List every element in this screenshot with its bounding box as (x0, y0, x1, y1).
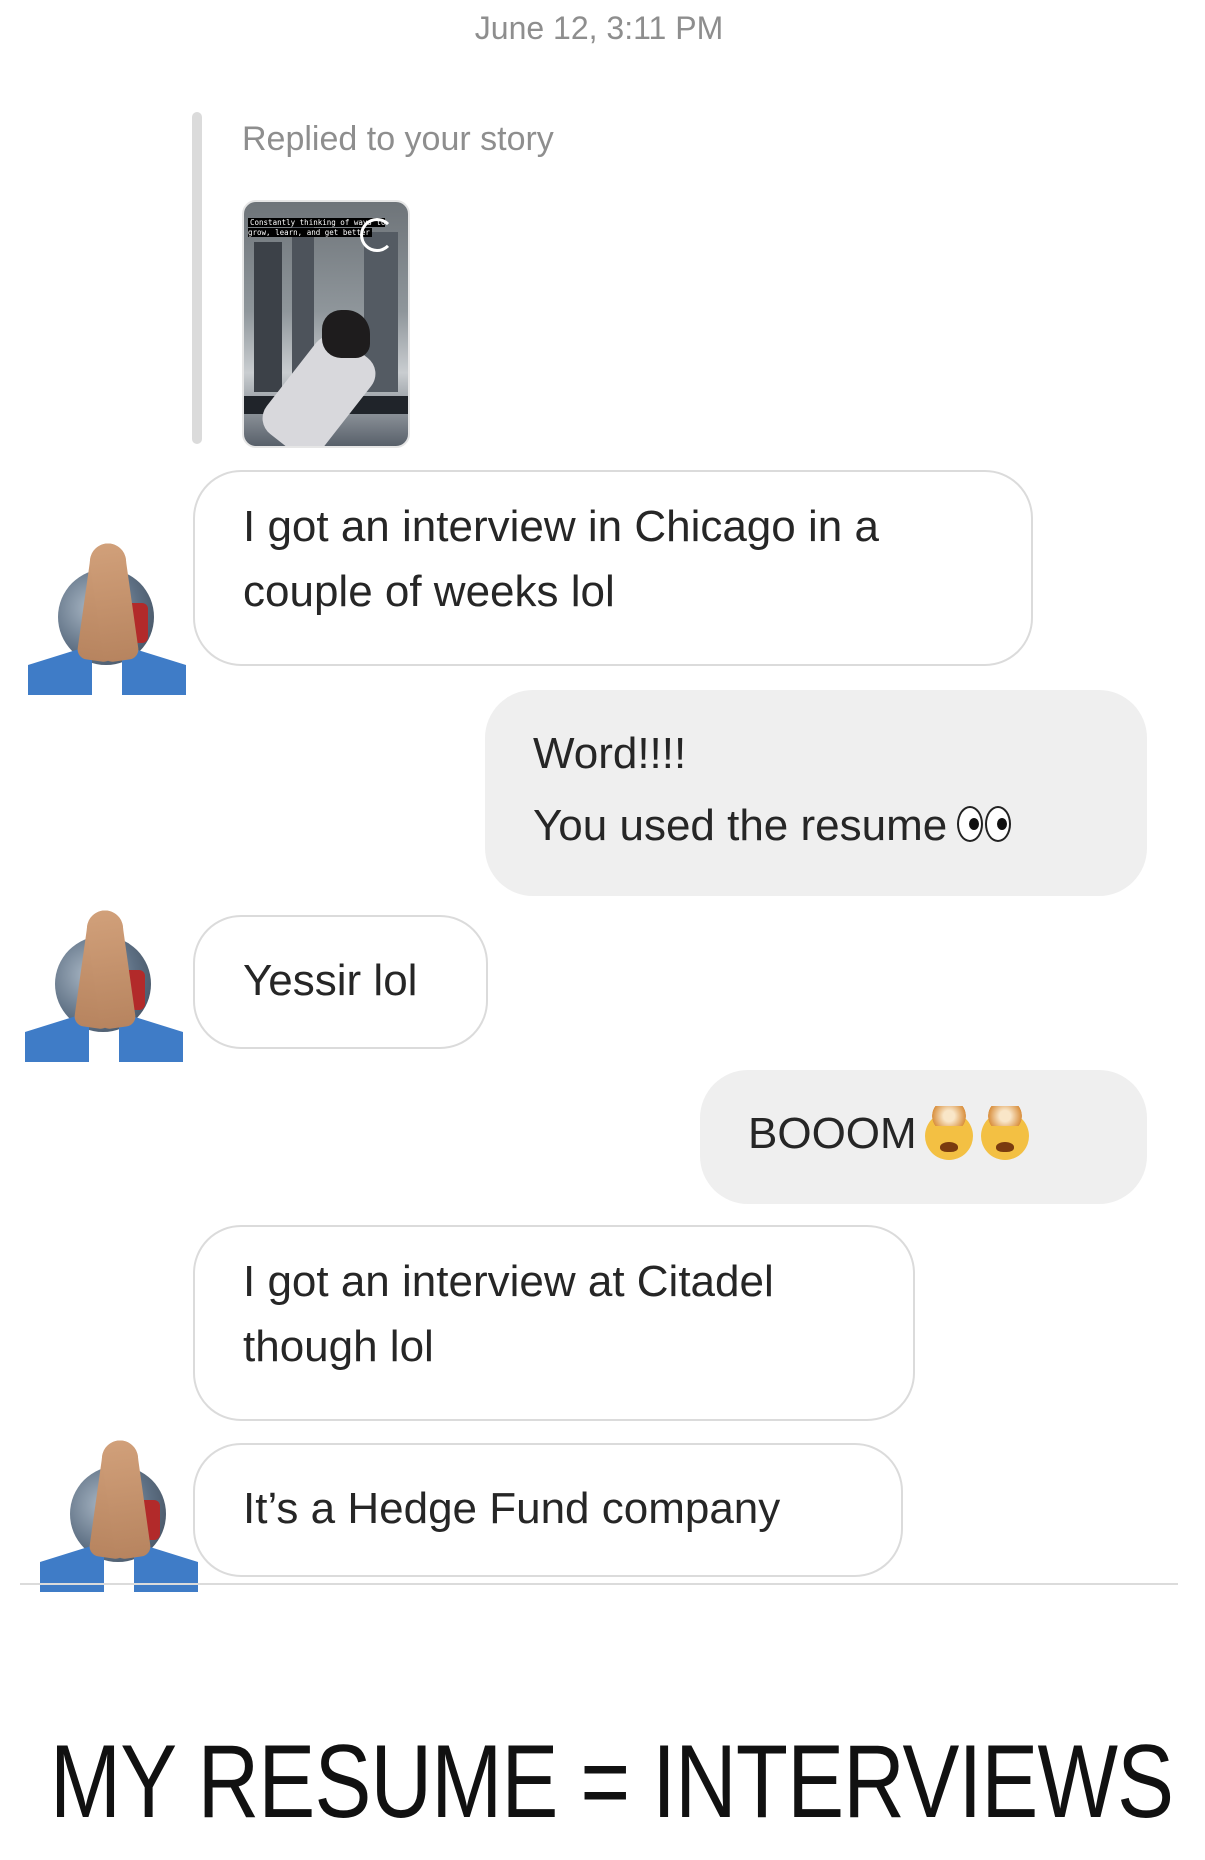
eyes-emoji-icon (957, 792, 1013, 864)
incoming-message-bubble[interactable]: It’s a Hedge Fund company (193, 1443, 903, 1577)
message-text: You used the resume (533, 801, 948, 850)
story-reply-caption: Replied to your story (242, 120, 554, 158)
message-timestamp: June 12, 3:11 PM (474, 10, 724, 46)
praying-hands-avatar-icon[interactable] (25, 908, 183, 1062)
divider (20, 1583, 1178, 1585)
message-text: I got an interview in Chicago in a coupl… (243, 502, 879, 616)
incoming-message-bubble[interactable]: Yessir lol (193, 915, 488, 1049)
praying-hands-avatar-icon[interactable] (28, 541, 186, 695)
overlay-caption: MY RESUME = INTERVIEWS (50, 1724, 1174, 1840)
message-text: Yessir lol (243, 956, 418, 1005)
message-text: BOOOM (748, 1109, 917, 1158)
thumbnail-building (254, 242, 282, 392)
eye-icon (957, 806, 984, 843)
exploding-head-emoji-icon (922, 1106, 975, 1161)
praying-hands-avatar-icon[interactable] (40, 1438, 198, 1592)
outgoing-message-bubble[interactable]: Word!!!! You used the resume (485, 690, 1147, 896)
incoming-message-bubble[interactable]: I got an interview at Citadel though lol (193, 1225, 915, 1421)
thumbnail-shoe (322, 310, 370, 358)
loading-ring-icon (360, 218, 394, 252)
story-reply-bar (192, 112, 202, 444)
exploding-head-emoji-icon (978, 1106, 1031, 1161)
message-text: I got an interview at Citadel though lol (243, 1257, 774, 1371)
story-thumbnail[interactable]: Constantly thinking of ways to grow, lea… (242, 200, 410, 448)
message-text-line: You used the resume (533, 790, 1099, 864)
incoming-message-bubble[interactable]: I got an interview in Chicago in a coupl… (193, 470, 1033, 666)
dm-thread: June 12, 3:11 PM Replied to your story C… (20, 0, 1178, 1592)
eye-icon (985, 806, 1012, 843)
message-text: Word!!!! (533, 729, 687, 778)
outgoing-message-bubble[interactable]: BOOOM (700, 1070, 1147, 1204)
message-text: It’s a Hedge Fund company (243, 1484, 781, 1533)
